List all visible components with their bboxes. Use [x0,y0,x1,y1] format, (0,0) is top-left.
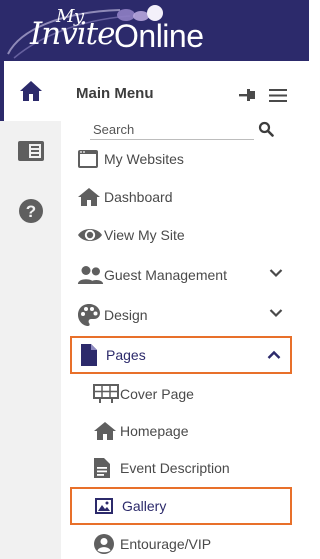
eye-icon [78,229,102,241]
palette-icon [78,304,100,326]
browser-window-icon [78,150,98,168]
svg-text:?: ? [25,202,35,221]
chevron-up-icon[interactable] [267,350,281,360]
menu-item-label: View My Site [104,227,185,243]
help-icon: ? [18,199,43,223]
menu-item-pages[interactable]: Pages [70,336,292,374]
menu-item-guest-management[interactable]: Guest Management [70,256,292,294]
menu-item-label: Pages [106,347,146,363]
sub-item-entourage-vip[interactable]: Entourage/VIP [86,525,292,559]
sub-item-event-description[interactable]: Event Description [86,449,292,487]
pin-icon[interactable] [237,86,257,104]
rail-item-home[interactable] [0,61,61,121]
menu-item-label: Dashboard [104,189,173,205]
menu-item-label: Design [104,307,148,323]
sub-item-gallery[interactable]: Gallery [70,487,292,525]
chevron-down-icon[interactable] [269,268,283,278]
sub-item-label: Gallery [122,498,167,514]
rail-item-pages[interactable] [0,121,61,181]
billboard-icon [93,384,119,403]
sub-item-label: Event Description [120,460,230,476]
sub-item-cover-page[interactable]: Cover Page [86,375,292,413]
home-icon [19,81,42,101]
app-header: My Invite Online [0,0,309,61]
group-icon [77,266,104,284]
home-icon [94,422,116,440]
icon-rail: ? [0,61,61,559]
document-icon [81,344,97,366]
text-document-icon [94,458,110,478]
sub-item-homepage[interactable]: Homepage [86,412,292,450]
logo-text-online: Online [114,18,204,54]
image-icon [95,498,113,514]
hamburger-menu-icon[interactable] [268,87,288,103]
search-icon[interactable] [258,121,274,137]
sub-item-label: Entourage/VIP [120,536,212,552]
menu-item-label: Guest Management [104,267,227,283]
menu-item-label: My Websites [104,151,184,167]
menu-item-view-my-site[interactable]: View My Site [70,216,292,254]
menu-item-my-websites[interactable]: My Websites [70,140,292,178]
sub-item-label: Homepage [120,423,189,439]
search-input[interactable] [90,120,254,139]
search-field [90,120,254,140]
menu-title: Main Menu [76,85,154,102]
sub-item-label: Cover Page [120,386,194,402]
chevron-down-icon[interactable] [269,308,283,318]
home-icon [78,188,100,206]
menu-item-design[interactable]: Design [70,296,292,334]
logo-text-invite: Invite [30,16,115,52]
page-layout-icon [17,141,44,161]
rail-item-help[interactable]: ? [0,181,61,241]
menu-item-dashboard[interactable]: Dashboard [70,178,292,216]
user-circle-icon [94,534,114,554]
